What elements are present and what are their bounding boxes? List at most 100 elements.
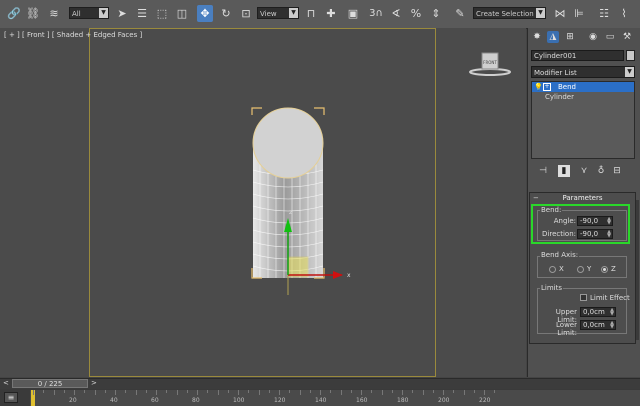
viewcube-ring (469, 68, 511, 76)
edit-named-sets-icon[interactable]: ✎ (452, 5, 468, 22)
limits-label: Limits (540, 284, 563, 292)
make-unique-icon[interactable]: ⋎ (578, 165, 590, 177)
keyboard-shortcut-icon[interactable]: ▣ (345, 5, 361, 22)
rotate-icon[interactable]: ↻ (218, 5, 234, 22)
move-icon[interactable]: ✥ (197, 5, 213, 22)
ruler-tick (340, 390, 342, 395)
select-manipulate-icon[interactable]: ✚ (323, 5, 339, 22)
object-name-field[interactable]: Cylinder001 (531, 50, 624, 61)
curve-editor-icon[interactable]: ⌇ (616, 5, 632, 22)
ruler-tick (350, 390, 352, 393)
angle-snap-icon[interactable]: ∢ (388, 5, 404, 22)
bind-spacewarp-icon[interactable]: ≋ (46, 5, 62, 22)
axis-z-radio[interactable] (601, 266, 608, 273)
lower-limit-spinner[interactable]: 0,0cm ▲ ▼ (580, 320, 616, 330)
track-bar-ruler[interactable] (30, 390, 640, 406)
ruler-tick (33, 390, 34, 395)
axis-y-label: Y (587, 265, 592, 273)
axis-x-label: X (559, 265, 564, 273)
pivot-icon[interactable]: ⊓ (303, 5, 319, 22)
viewport-label[interactable]: [ + ] [ Front ] [ Shaded + Edged Faces ] (4, 31, 142, 39)
ruler-tick (43, 390, 45, 393)
snap-icon[interactable]: 3 ∩ (368, 5, 384, 22)
ruler-tick (463, 390, 465, 395)
window-crossing-icon[interactable]: ◫ (174, 5, 190, 22)
link-icon[interactable]: 🔗 (6, 5, 22, 22)
ruler-tick (381, 390, 383, 395)
reference-coord-dropdown[interactable]: View ▼ (257, 7, 299, 19)
ruler-tick (453, 390, 455, 393)
ruler-tick (289, 390, 291, 393)
lower-limit-label: Lower Limit: (556, 321, 577, 337)
remove-modifier-icon[interactable]: ♁ (595, 165, 607, 177)
ruler-tick-label: 20 (69, 397, 77, 404)
unlink-icon[interactable]: ⛓ (25, 5, 41, 22)
pin-stack-icon[interactable]: ⊣ (537, 165, 549, 177)
modifier-list-dropdown[interactable]: Modifier List ▼ (531, 66, 635, 78)
select-by-name-icon[interactable]: ☰ (134, 5, 150, 22)
ruler-tick (115, 390, 116, 395)
ruler-tick (227, 390, 229, 393)
ruler-tick-label: 100 (233, 397, 245, 404)
time-slider-thumb[interactable]: 0 / 225 (12, 379, 88, 388)
align-icon[interactable]: ⊫ (571, 5, 587, 22)
hierarchy-tab-icon[interactable]: ⊞ (564, 31, 576, 43)
ruler-tick (422, 390, 424, 395)
axis-x-radio[interactable] (549, 266, 556, 273)
ruler-tick-label: 180 (397, 397, 409, 404)
ruler-tick (145, 390, 147, 393)
stack-item-cylinder[interactable]: Cylinder (545, 93, 574, 101)
bent-cylinder-object[interactable]: x z (240, 100, 360, 300)
panel-scrollbar[interactable] (636, 200, 639, 340)
show-end-result-icon[interactable]: ▮ (558, 165, 570, 177)
ruler-tick (135, 390, 137, 395)
ruler-tick-label: 140 (315, 397, 327, 404)
highlight-box (531, 204, 630, 244)
ruler-tick (432, 390, 434, 393)
layer-icon[interactable]: ☷ (596, 5, 612, 22)
ruler-tick (361, 390, 362, 395)
object-color-swatch[interactable] (626, 50, 635, 61)
ruler-tick-label: 200 (438, 397, 450, 404)
stack-item-bend[interactable]: 💡 + Bend (532, 82, 634, 92)
axis-y-radio[interactable] (577, 266, 584, 273)
motion-tab-icon[interactable]: ◉ (587, 31, 599, 43)
parameters-title[interactable]: Parameters (529, 194, 636, 202)
ruler-tick-label: 160 (356, 397, 368, 404)
axis-z-label: Z (611, 265, 616, 273)
named-selection-dropdown[interactable]: Create Selection Se ▼ (473, 7, 546, 19)
ruler-tick (217, 390, 219, 395)
rect-selection-icon[interactable]: ⬚ (154, 5, 170, 22)
configure-sets-icon[interactable]: ⊟ (611, 165, 623, 177)
ruler-tick (94, 390, 96, 395)
ruler-tick (156, 390, 157, 395)
ruler-tick-label: 80 (192, 397, 200, 404)
spinner-snap-icon[interactable]: ⇕ (428, 5, 444, 22)
selection-filter-dropdown[interactable]: All ▼ (69, 7, 109, 19)
gizmo-x-label: x (347, 272, 351, 279)
select-object-icon[interactable]: ➤ (114, 5, 130, 22)
utilities-tab-icon[interactable]: ⚒ (621, 31, 633, 43)
expand-icon[interactable]: + (543, 83, 551, 91)
scale-icon[interactable]: ⊡ (238, 5, 254, 22)
upper-limit-spinner[interactable]: 0,0cm ▲ ▼ (580, 307, 616, 317)
ruler-tick (443, 390, 444, 395)
stack-item-label: Bend (558, 83, 576, 91)
ruler-tick (125, 390, 127, 393)
ruler-tick (494, 390, 496, 393)
viewcube[interactable]: FRONT (465, 50, 515, 80)
mirror-icon[interactable]: ⋈ (552, 5, 568, 22)
display-tab-icon[interactable]: ▭ (604, 31, 616, 43)
prev-frame-arrow-icon[interactable]: < (3, 379, 9, 387)
ruler-tick (268, 390, 270, 393)
ruler-tick-label: 120 (274, 397, 286, 404)
modify-tab-icon[interactable]: ◮ (547, 31, 559, 43)
ruler-tick-label: 40 (110, 397, 118, 404)
next-frame-arrow-icon[interactable]: > (91, 379, 97, 387)
mini-curve-editor-icon[interactable]: ≡ (4, 392, 18, 403)
create-tab-icon[interactable]: ✸ (531, 31, 543, 43)
bulb-icon[interactable]: 💡 (534, 82, 543, 92)
viewcube-label: FRONT (483, 60, 497, 65)
percent-snap-icon[interactable]: % (408, 5, 424, 22)
limit-effect-checkbox[interactable] (580, 294, 587, 301)
